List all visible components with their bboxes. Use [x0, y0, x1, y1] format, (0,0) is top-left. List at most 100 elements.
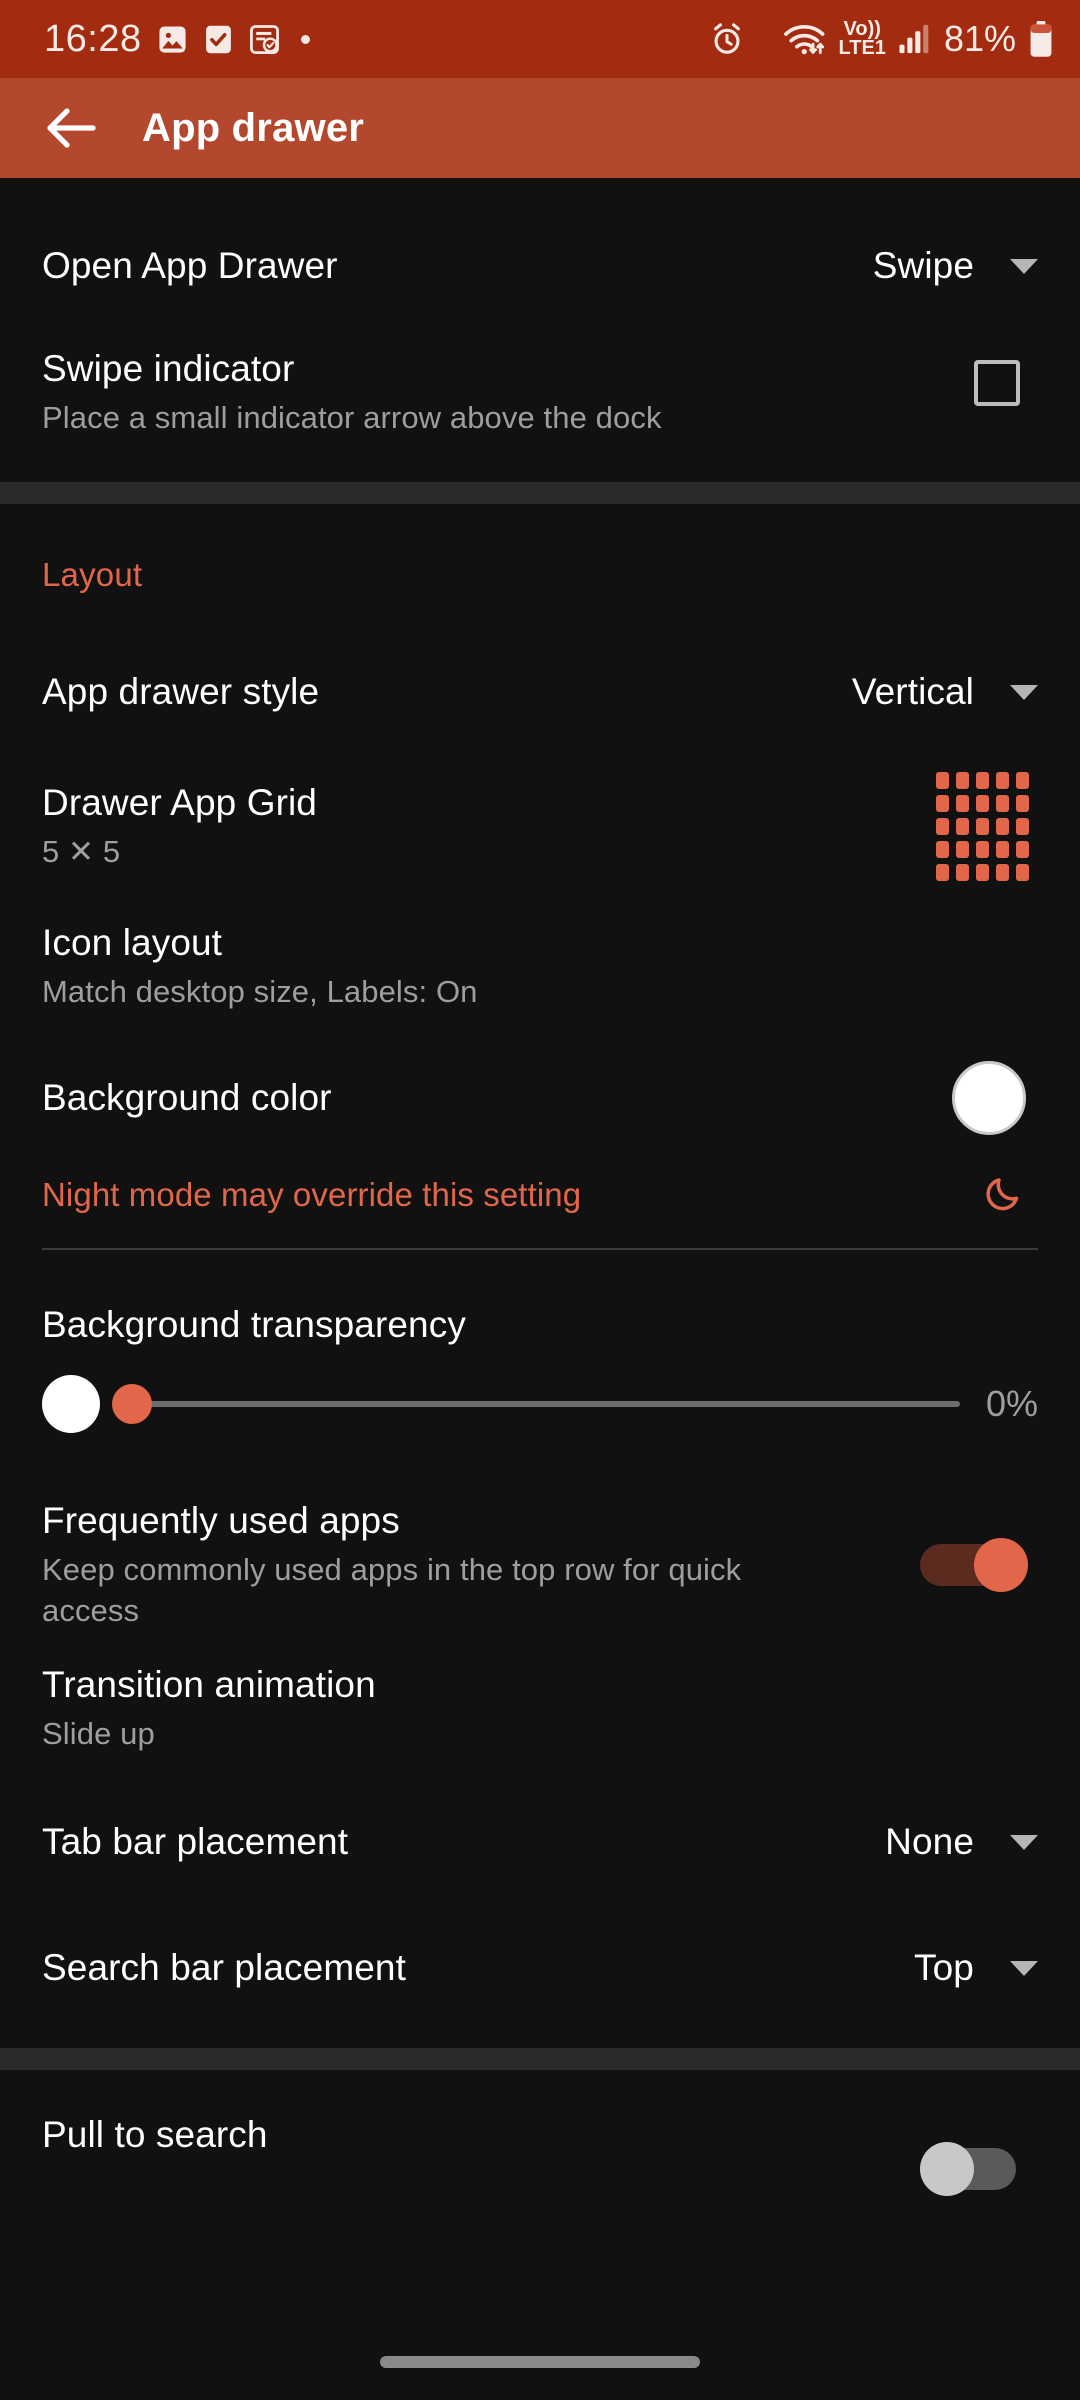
settings-list: Open App Drawer Swipe Swipe indicator Pl… [0, 178, 1080, 2400]
battery-percent: 81% [943, 18, 1016, 59]
transparency-slider[interactable] [104, 1375, 960, 1433]
grid-cell [996, 771, 1009, 789]
chevron-down-icon[interactable] [1010, 1834, 1038, 1850]
setting-title: Search bar placement [42, 1946, 406, 1988]
section-separator [0, 2048, 1080, 2070]
setting-app-drawer-style[interactable]: App drawer style Vertical [0, 650, 1080, 734]
setting-value: Top [914, 1947, 974, 1988]
setting-title: Icon layout [42, 922, 223, 963]
grid-cell [956, 771, 969, 789]
volte-line-2: LTE1 [838, 37, 886, 59]
swipe-indicator-checkbox[interactable] [974, 360, 1020, 406]
pull-to-search-toggle[interactable] [920, 2142, 1028, 2196]
volte-indicator: Vo)) LTE1 [838, 19, 886, 59]
section-separator [0, 482, 1080, 504]
slider-thumb[interactable] [112, 1384, 152, 1424]
grid-cell [1016, 817, 1029, 835]
background-transparency-slider-row[interactable]: 0% [0, 1356, 1080, 1452]
setting-title: Background color [42, 1076, 332, 1118]
setting-frequently-used-apps[interactable]: Frequently used apps Keep commonly used … [0, 1498, 1080, 1648]
dot-indicator [300, 34, 310, 44]
toggle-thumb [920, 2142, 974, 2196]
checkbox-icon [203, 23, 234, 56]
setting-title: Transition animation [42, 1664, 376, 1705]
status-bar-left: 16:28 [44, 18, 709, 61]
status-bar: 16:28 Vo)) LTE1 81% [0, 0, 1080, 78]
grid-cell [956, 840, 969, 858]
setting-transition-animation[interactable]: Transition animation Slide up [0, 1662, 1080, 1770]
chevron-down-icon[interactable] [1010, 684, 1038, 700]
grid-cell [976, 794, 989, 812]
grid-cell [996, 794, 1009, 812]
setting-value: Vertical [851, 671, 974, 712]
setting-background-transparency-label: Background transparency [0, 1294, 1080, 1356]
image-icon [156, 23, 189, 56]
grid-cell [1016, 840, 1029, 858]
phone-screen: 16:28 Vo)) LTE1 81% App drawer Open App … [0, 0, 1080, 2400]
grid-cell [936, 863, 949, 881]
night-mode-warning: Night mode may override this setting [0, 1160, 1080, 1230]
setting-open-app-drawer[interactable]: Open App Drawer Swipe [0, 224, 1080, 308]
grid-cell [936, 771, 949, 789]
night-mode-warning-text: Night mode may override this setting [42, 1176, 582, 1213]
grid-cell [936, 817, 949, 835]
transparency-value: 0% [985, 1383, 1038, 1424]
setting-title: Drawer App Grid [42, 781, 317, 823]
setting-subtitle: Match desktop size, Labels: On [42, 974, 478, 1010]
setting-subtitle: Slide up [42, 1716, 155, 1752]
setting-subtitle: Place a small indicator arrow above the … [42, 400, 662, 436]
setting-title: Open App Drawer [42, 244, 338, 286]
grid-preview-icon [936, 771, 1030, 881]
battery-icon [1028, 20, 1054, 58]
grid-cell [936, 794, 949, 812]
app-bar: App drawer [0, 78, 1080, 178]
moon-icon [984, 1173, 1024, 1218]
setting-swipe-indicator[interactable]: Swipe indicator Place a small indicator … [0, 340, 1080, 450]
setting-tab-bar-placement[interactable]: Tab bar placement None [0, 1800, 1080, 1884]
grid-cell [956, 863, 969, 881]
setting-title: Pull to search [42, 2114, 268, 2155]
status-time: 16:28 [44, 17, 142, 60]
page-title: App drawer [142, 105, 365, 150]
signal-bars-icon [898, 23, 932, 55]
grid-cell [996, 817, 1009, 835]
note-task-icon [248, 23, 281, 56]
grid-cell [956, 794, 969, 812]
toggle-thumb [974, 1538, 1028, 1592]
setting-search-bar-placement[interactable]: Search bar placement Top [0, 1926, 1080, 2010]
status-bar-right: Vo)) LTE1 81% [709, 18, 1054, 60]
gesture-navigation-bar[interactable] [380, 2356, 700, 2368]
setting-subtitle: Keep commonly used apps in the top row f… [42, 1552, 742, 1628]
setting-title: Frequently used apps [42, 1500, 400, 1541]
setting-subtitle: 5 ✕ 5 [42, 833, 121, 869]
setting-title: Background transparency [42, 1303, 466, 1345]
grid-cell [1016, 771, 1029, 789]
section-header-layout: Layout [42, 556, 143, 593]
grid-cell [996, 863, 1009, 881]
grid-cell [1016, 863, 1029, 881]
grid-cell [976, 817, 989, 835]
setting-value: Swipe [872, 245, 974, 286]
setting-title: App drawer style [42, 670, 320, 712]
grid-cell [1016, 794, 1029, 812]
grid-cell [956, 817, 969, 835]
chevron-down-icon[interactable] [1010, 258, 1038, 274]
setting-value: None [885, 1821, 974, 1862]
grid-cell [936, 840, 949, 858]
setting-background-color[interactable]: Background color [0, 1052, 1080, 1144]
transparency-color-swatch[interactable] [42, 1375, 100, 1433]
grid-cell [976, 840, 989, 858]
background-color-swatch[interactable] [952, 1061, 1026, 1135]
back-arrow-icon[interactable] [36, 93, 106, 163]
setting-drawer-app-grid[interactable]: Drawer App Grid 5 ✕ 5 [0, 768, 1080, 884]
setting-pull-to-search[interactable]: Pull to search [0, 2112, 1080, 2212]
setting-icon-layout[interactable]: Icon layout Match desktop size, Labels: … [0, 920, 1080, 1030]
alarm-icon [709, 21, 745, 57]
frequently-used-apps-toggle[interactable] [920, 1538, 1028, 1592]
chevron-down-icon[interactable] [1010, 1960, 1038, 1976]
grid-cell [976, 863, 989, 881]
setting-title: Tab bar placement [42, 1820, 349, 1862]
slider-track [130, 1401, 960, 1407]
grid-cell [996, 840, 1009, 858]
setting-title: Swipe indicator [42, 348, 295, 389]
